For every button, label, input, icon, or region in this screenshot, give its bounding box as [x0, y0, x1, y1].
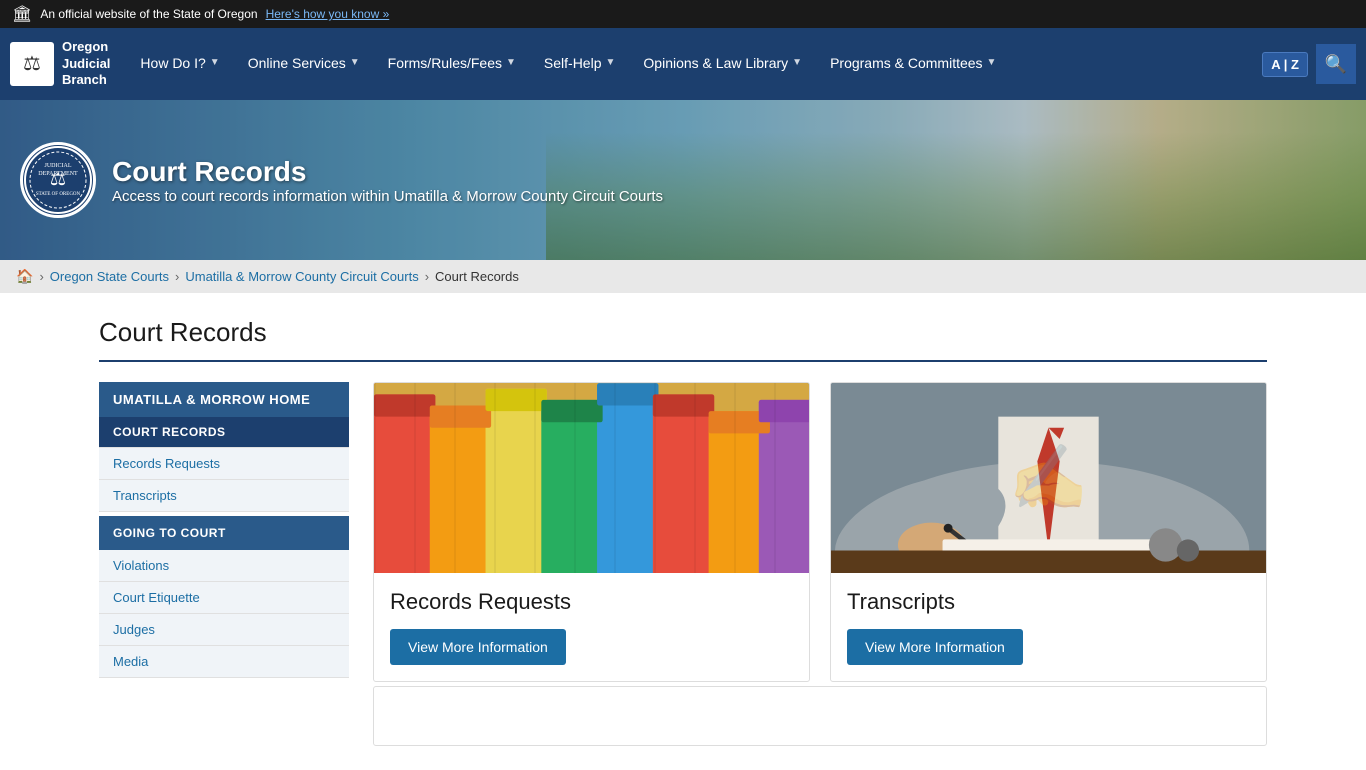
content-layout: UMATILLA & MORROW HOME COURT RECORDS Rec… [99, 382, 1267, 746]
card-image-folders [374, 383, 809, 573]
svg-text:⚖: ⚖ [50, 169, 66, 189]
sidebar-item-court-records[interactable]: COURT RECORDS [99, 417, 349, 448]
main-content: Court Records UMATILLA & MORROW HOME COU… [83, 293, 1283, 770]
chevron-down-icon: ▼ [210, 57, 220, 68]
official-text: An official website of the State of Oreg… [40, 7, 257, 21]
nav-item-opinions[interactable]: Opinions & Law Library ▼ [629, 28, 816, 100]
hero-subtitle: Access to court records information with… [112, 188, 663, 205]
sidebar-item-court-etiquette[interactable]: Court Etiquette [99, 582, 349, 614]
card-records-requests: Records Requests View More Information [373, 382, 810, 682]
view-more-records-button[interactable]: View More Information [390, 629, 566, 665]
sidebar: UMATILLA & MORROW HOME COURT RECORDS Rec… [99, 382, 349, 746]
breadcrumb-link-state-courts[interactable]: Oregon State Courts [50, 269, 169, 284]
sidebar-item-records-requests[interactable]: Records Requests [99, 448, 349, 480]
nav-item-how-do-i[interactable]: How Do I? ▼ [126, 28, 233, 100]
hero-title: Court Records [112, 156, 663, 188]
chevron-down-icon: ▼ [792, 57, 802, 68]
card-body-records: Records Requests View More Information [374, 573, 809, 681]
navigation-bar: ⚖ OregonJudicialBranch How Do I? ▼ Onlin… [0, 28, 1366, 100]
breadcrumb: 🏠 › Oregon State Courts › Umatilla & Mor… [0, 260, 1366, 293]
breadcrumb-separator: › [175, 269, 179, 284]
nav-item-self-help[interactable]: Self-Help ▼ [530, 28, 630, 100]
sidebar-item-transcripts[interactable]: Transcripts [99, 480, 349, 512]
card-title-records: Records Requests [390, 589, 793, 615]
card-partial-third [373, 686, 1267, 746]
search-button[interactable]: 🔍 [1316, 44, 1356, 84]
judicial-seal: JUDICIAL DEPARTMENT STATE OF OREGON ⚖ [20, 142, 96, 218]
card-body-transcripts: Transcripts View More Information [831, 573, 1266, 681]
card-transcripts: Transcripts View More Information [830, 382, 1267, 682]
breadcrumb-separator: › [39, 269, 43, 284]
hero-content: JUDICIAL DEPARTMENT STATE OF OREGON ⚖ Co… [0, 100, 1366, 260]
sidebar-section-umatilla-home[interactable]: UMATILLA & MORROW HOME [99, 382, 349, 417]
svg-text:STATE OF OREGON: STATE OF OREGON [36, 192, 81, 197]
sidebar-section-going-to-court[interactable]: GOING TO COURT [99, 516, 349, 550]
breadcrumb-link-circuit-courts[interactable]: Umatilla & Morrow County Circuit Courts [185, 269, 418, 284]
nav-item-programs[interactable]: Programs & Committees ▼ [816, 28, 1010, 100]
breadcrumb-current: Court Records [435, 269, 519, 284]
nav-item-online-services[interactable]: Online Services ▼ [234, 28, 374, 100]
breadcrumb-separator: › [425, 269, 429, 284]
logo-text: OregonJudicialBranch [62, 39, 110, 90]
chevron-down-icon: ▼ [606, 57, 616, 68]
translate-button[interactable]: A | Z [1262, 52, 1308, 77]
hero-text: Court Records Access to court records in… [112, 156, 663, 205]
cards-grid: Records Requests View More Information [373, 382, 1267, 682]
chevron-down-icon: ▼ [987, 57, 997, 68]
cards-area: Records Requests View More Information [373, 382, 1267, 746]
sidebar-item-media[interactable]: Media [99, 646, 349, 678]
site-logo[interactable]: ⚖ OregonJudicialBranch [10, 39, 110, 90]
how-you-know-link[interactable]: Here's how you know » [266, 7, 390, 21]
view-more-transcripts-button[interactable]: View More Information [847, 629, 1023, 665]
chevron-down-icon: ▼ [350, 57, 360, 68]
top-bar: 🏛 An official website of the State of Or… [0, 0, 1366, 28]
nav-right: A | Z 🔍 [1262, 44, 1356, 84]
chevron-down-icon: ▼ [506, 57, 516, 68]
card-title-transcripts: Transcripts [847, 589, 1250, 615]
home-icon[interactable]: 🏠 [16, 268, 33, 285]
sidebar-item-violations[interactable]: Violations [99, 550, 349, 582]
logo-icon: ⚖ [10, 42, 54, 86]
page-title: Court Records [99, 317, 1267, 362]
nav-items: How Do I? ▼ Online Services ▼ Forms/Rule… [126, 28, 1262, 100]
hero-banner: JUDICIAL DEPARTMENT STATE OF OREGON ⚖ Co… [0, 100, 1366, 260]
nav-item-forms[interactable]: Forms/Rules/Fees ▼ [374, 28, 530, 100]
flag-icon: 🏛 [12, 4, 32, 24]
card-image-signing [831, 383, 1266, 573]
sidebar-item-judges[interactable]: Judges [99, 614, 349, 646]
